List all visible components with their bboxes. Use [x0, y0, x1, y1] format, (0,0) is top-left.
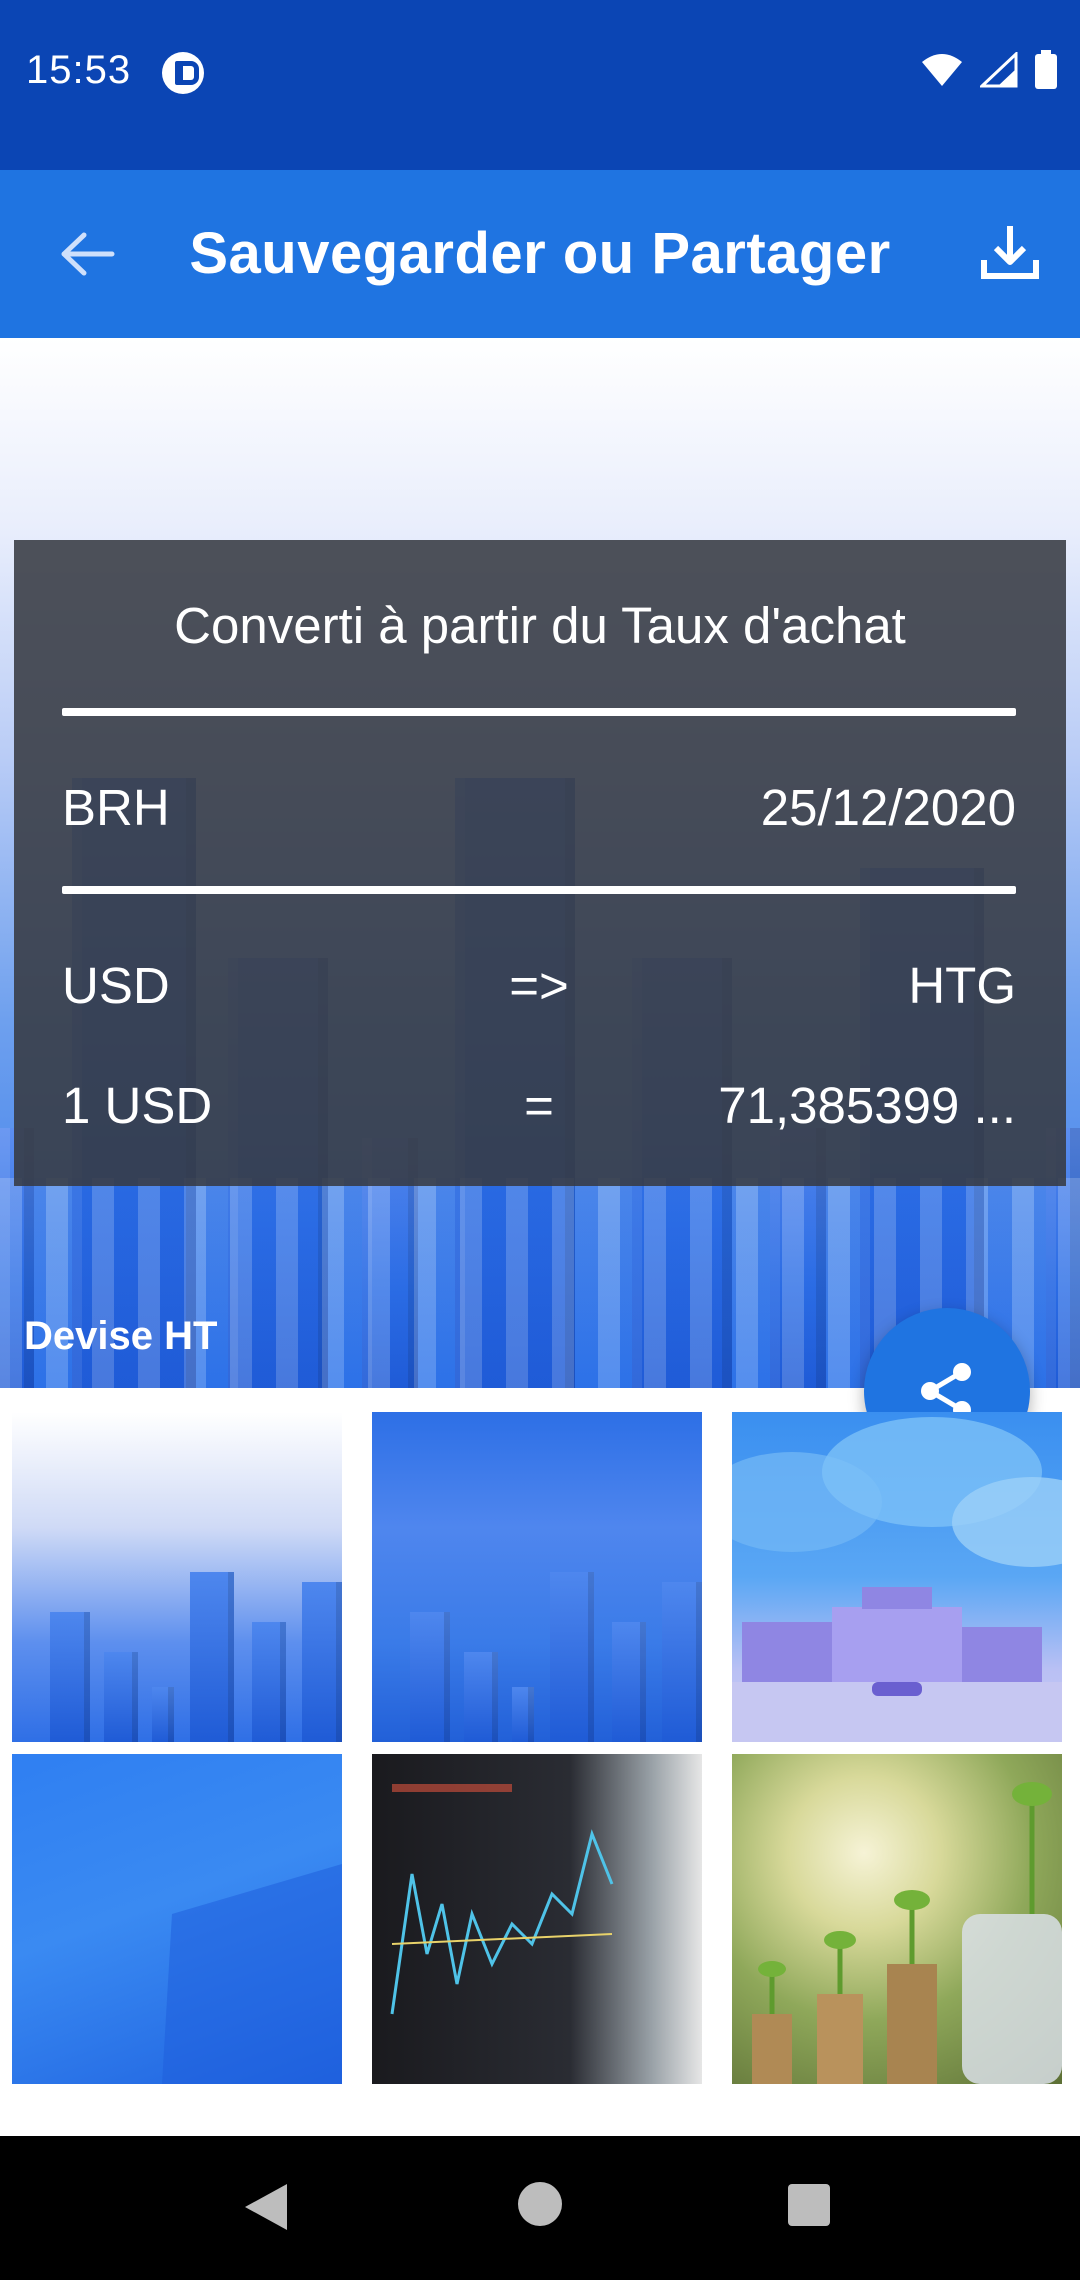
- conversion-arrow: =>: [509, 957, 569, 1014]
- status-time: 15:53: [26, 48, 132, 92]
- background-option-blue-gradient[interactable]: [12, 1754, 342, 2084]
- thumb-bar: [512, 1687, 534, 1742]
- background-option-blue-bars-light[interactable]: [12, 1412, 342, 1742]
- app-bar: Sauvegarder ou Partager: [0, 170, 1080, 338]
- nav-home-button[interactable]: [518, 2182, 562, 2226]
- gradient-illustration: [162, 1864, 342, 2084]
- background-option-blue-bars-dark[interactable]: [372, 1412, 702, 1742]
- coins-plants-photo: [752, 1782, 1062, 2084]
- thumb-bar: [662, 1582, 702, 1742]
- stock-chart-photo: [390, 1784, 614, 2015]
- nav-recents-button[interactable]: [788, 2184, 830, 2226]
- rate-date: 25/12/2020: [760, 779, 1016, 836]
- source-label: BRH: [62, 779, 170, 836]
- card-title: Converti à partir du Taux d'achat: [174, 597, 906, 654]
- status-icons: [920, 50, 1058, 90]
- navigation-bar: [0, 2136, 1080, 2280]
- page-title: Sauvegarder ou Partager: [189, 221, 891, 286]
- download-button[interactable]: [968, 210, 1052, 294]
- background-option-city-clouds[interactable]: [732, 1412, 1062, 1742]
- thumb-bar: [104, 1652, 138, 1742]
- thumb-bar: [612, 1622, 646, 1742]
- background-option-coins-plants[interactable]: [732, 1754, 1062, 2084]
- app-notification-icon: [162, 52, 204, 94]
- wifi-icon: [922, 54, 962, 86]
- download-icon: [981, 226, 1039, 279]
- watermark-label: Devise HT: [24, 1314, 218, 1358]
- nav-back-button[interactable]: [243, 2182, 289, 2232]
- status-bar: 15:53: [0, 0, 1080, 170]
- background-option-stock-chart[interactable]: [372, 1754, 702, 2084]
- divider: [62, 886, 1016, 894]
- thumb-bar: [252, 1622, 286, 1742]
- signal-icon: [980, 52, 1018, 88]
- conversion-card: Converti à partir du Taux d'achat BRH 25…: [14, 540, 1066, 1186]
- amount-to: 71,385399 ...: [718, 1077, 1016, 1134]
- thumb-bar: [302, 1582, 342, 1742]
- thumb-bar: [464, 1652, 498, 1742]
- thumb-bar: [152, 1687, 174, 1742]
- divider: [62, 708, 1016, 716]
- thumb-bar: [50, 1612, 90, 1742]
- thumb-bar: [410, 1612, 450, 1742]
- thumb-bar: [190, 1572, 234, 1742]
- battery-icon: [1035, 50, 1057, 89]
- city-illustration: [732, 1417, 1062, 1742]
- to-currency: HTG: [908, 957, 1016, 1014]
- thumb-bar: [550, 1572, 594, 1742]
